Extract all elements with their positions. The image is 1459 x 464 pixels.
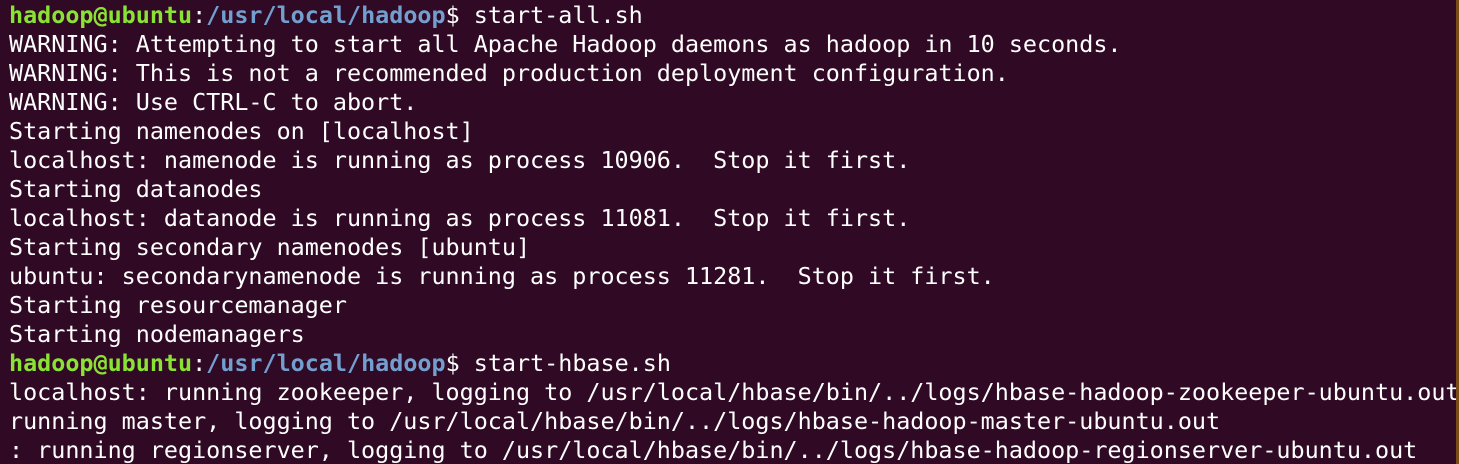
- output-line: Starting nodemanagers: [9, 320, 305, 348]
- prompt-user-host: hadoop@ubuntu: [9, 1, 193, 29]
- terminal-window[interactable]: hadoop@ubuntu:/usr/local/hadoop$ start-a…: [0, 0, 1459, 464]
- output-line: localhost: running zookeeper, logging to…: [9, 378, 1459, 406]
- prompt-separator: :: [192, 349, 207, 377]
- output-line: Starting datanodes: [9, 175, 263, 203]
- prompt-path: /usr/local/hadoop: [206, 349, 446, 377]
- output-line: running master, logging to /usr/local/hb…: [9, 407, 1221, 435]
- output-line: ubuntu: secondarynamenode is running as …: [9, 262, 995, 290]
- output-line: WARNING: This is not a recommended produ…: [9, 59, 1009, 87]
- output-line: Starting secondary namenodes [ubuntu]: [9, 233, 531, 261]
- output-line: Starting namenodes on [localhost]: [9, 117, 474, 145]
- prompt-dollar: $: [445, 1, 474, 29]
- output-line: localhost: namenode is running as proces…: [9, 146, 911, 174]
- prompt-line-start-hbase: hadoop@ubuntu:/usr/local/hadoop$ start-h…: [9, 349, 1456, 378]
- output-line: WARNING: Use CTRL-C to abort.: [9, 88, 418, 116]
- output-line: : running regionserver, logging to /usr/…: [9, 436, 1418, 464]
- prompt-path: /usr/local/hadoop: [206, 1, 446, 29]
- prompt-line-start-all: hadoop@ubuntu:/usr/local/hadoop$ start-a…: [9, 1, 1456, 30]
- output-line: WARNING: Attempting to start all Apache …: [9, 30, 1122, 58]
- output-line: localhost: datanode is running as proces…: [9, 204, 911, 232]
- output-line: Starting resourcemanager: [9, 291, 347, 319]
- command-text: start-hbase.sh: [473, 349, 671, 377]
- prompt-user-host: hadoop@ubuntu: [9, 349, 193, 377]
- prompt-dollar: $: [445, 349, 474, 377]
- command-text: start-all.sh: [473, 1, 643, 29]
- prompt-separator: :: [192, 1, 207, 29]
